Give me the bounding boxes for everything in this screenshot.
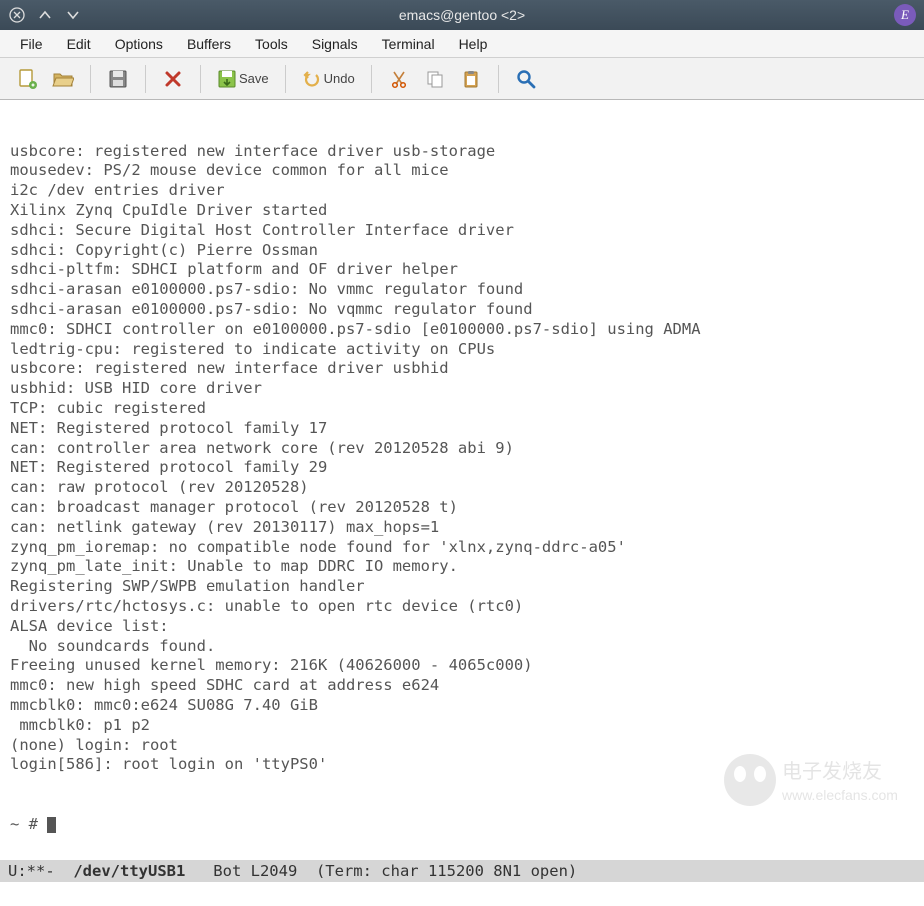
- save-label: Save: [239, 71, 269, 86]
- terminal-line: sdhci-arasan e0100000.ps7-sdio: No vqmmc…: [10, 300, 916, 320]
- save-labeled-button[interactable]: Save: [211, 62, 275, 96]
- watermark-url: www.elecfans.com: [781, 787, 898, 803]
- mode-line: U:**- /dev/ttyUSB1 Bot L2049 (Term: char…: [0, 860, 924, 882]
- terminal-line: sdhci: Secure Digital Host Controller In…: [10, 221, 916, 241]
- menu-tools[interactable]: Tools: [245, 33, 298, 55]
- terminal-line: Registering SWP/SWPB emulation handler: [10, 577, 916, 597]
- cut-button[interactable]: [382, 62, 416, 96]
- search-button[interactable]: [509, 62, 543, 96]
- modeline-position: Bot L2049: [185, 862, 316, 880]
- emacs-app-icon: E: [894, 4, 916, 26]
- toolbar-separator: [498, 65, 499, 93]
- cursor: [47, 817, 56, 833]
- toolbar-separator: [285, 65, 286, 93]
- terminal-line: sdhci-pltfm: SDHCI platform and OF drive…: [10, 260, 916, 280]
- terminal-line: TCP: cubic registered: [10, 399, 916, 419]
- terminal-line: mmc0: SDHCI controller on e0100000.ps7-s…: [10, 320, 916, 340]
- terminal-line: can: netlink gateway (rev 20130117) max_…: [10, 518, 916, 538]
- terminal-line: Freeing unused kernel memory: 216K (4062…: [10, 656, 916, 676]
- terminal-line: mmcblk0: mmc0:e624 SU08G 7.40 GiB: [10, 696, 916, 716]
- close-button[interactable]: [156, 62, 190, 96]
- terminal-line: can: controller area network core (rev 2…: [10, 439, 916, 459]
- undo-icon: [302, 69, 322, 89]
- toolbar-separator: [145, 65, 146, 93]
- modeline-state: U:**-: [8, 862, 73, 880]
- menu-help[interactable]: Help: [449, 33, 498, 55]
- terminal-line: Xilinx Zynq CpuIdle Driver started: [10, 201, 916, 221]
- terminal-line: drivers/rtc/hctosys.c: unable to open rt…: [10, 597, 916, 617]
- open-file-button[interactable]: [46, 62, 80, 96]
- toolbar-separator: [371, 65, 372, 93]
- terminal-line: NET: Registered protocol family 29: [10, 458, 916, 478]
- terminal-line: NET: Registered protocol family 17: [10, 419, 916, 439]
- caret-down-button[interactable]: [64, 6, 82, 24]
- terminal-line: mmc0: new high speed SDHC card at addres…: [10, 676, 916, 696]
- terminal-line: No soundcards found.: [10, 637, 916, 657]
- copy-button[interactable]: [418, 62, 452, 96]
- new-file-button[interactable]: [10, 62, 44, 96]
- terminal-line: can: broadcast manager protocol (rev 201…: [10, 498, 916, 518]
- terminal-line: ALSA device list:: [10, 617, 916, 637]
- terminal-line: mmcblk0: p1 p2: [10, 716, 916, 736]
- terminal-line: i2c /dev entries driver: [10, 181, 916, 201]
- terminal-buffer[interactable]: usbcore: registered new interface driver…: [0, 100, 924, 860]
- terminal-line: zynq_pm_late_init: Unable to map DDRC IO…: [10, 557, 916, 577]
- menu-bar: File Edit Options Buffers Tools Signals …: [0, 30, 924, 58]
- menu-signals[interactable]: Signals: [302, 33, 368, 55]
- prompt: ~ #: [10, 815, 47, 833]
- undo-label: Undo: [324, 71, 355, 86]
- toolbar-separator: [90, 65, 91, 93]
- terminal-line: sdhci-arasan e0100000.ps7-sdio: No vmmc …: [10, 280, 916, 300]
- toolbar-separator: [200, 65, 201, 93]
- terminal-line: can: raw protocol (rev 20120528): [10, 478, 916, 498]
- terminal-line: login[586]: root login on 'ttyPS0': [10, 755, 916, 775]
- terminal-line: usbhid: USB HID core driver: [10, 379, 916, 399]
- save-button-icon[interactable]: [101, 62, 135, 96]
- toolbar: Save Undo: [0, 58, 924, 100]
- terminal-line: sdhci: Copyright(c) Pierre Ossman: [10, 241, 916, 261]
- menu-terminal[interactable]: Terminal: [372, 33, 445, 55]
- minibuffer[interactable]: [0, 882, 924, 906]
- menu-edit[interactable]: Edit: [57, 33, 101, 55]
- paste-button[interactable]: [454, 62, 488, 96]
- menu-file[interactable]: File: [10, 33, 53, 55]
- terminal-line: zynq_pm_ioremap: no compatible node foun…: [10, 538, 916, 558]
- menu-buffers[interactable]: Buffers: [177, 33, 241, 55]
- caret-up-button[interactable]: [36, 6, 54, 24]
- terminal-line: ledtrig-cpu: registered to indicate acti…: [10, 340, 916, 360]
- modeline-buffer: /dev/ttyUSB1: [73, 862, 185, 880]
- modeline-mode: (Term: char 115200 8N1 open): [316, 862, 577, 880]
- terminal-line: (none) login: root: [10, 736, 916, 756]
- terminal-line: usbcore: registered new interface driver…: [10, 142, 916, 162]
- save-green-icon: [217, 69, 237, 89]
- close-window-button[interactable]: [8, 6, 26, 24]
- menu-options[interactable]: Options: [105, 33, 173, 55]
- window-titlebar: emacs@gentoo <2> E: [0, 0, 924, 30]
- terminal-line: mousedev: PS/2 mouse device common for a…: [10, 161, 916, 181]
- undo-button[interactable]: Undo: [296, 62, 361, 96]
- window-title: emacs@gentoo <2>: [399, 7, 525, 23]
- terminal-line: usbcore: registered new interface driver…: [10, 359, 916, 379]
